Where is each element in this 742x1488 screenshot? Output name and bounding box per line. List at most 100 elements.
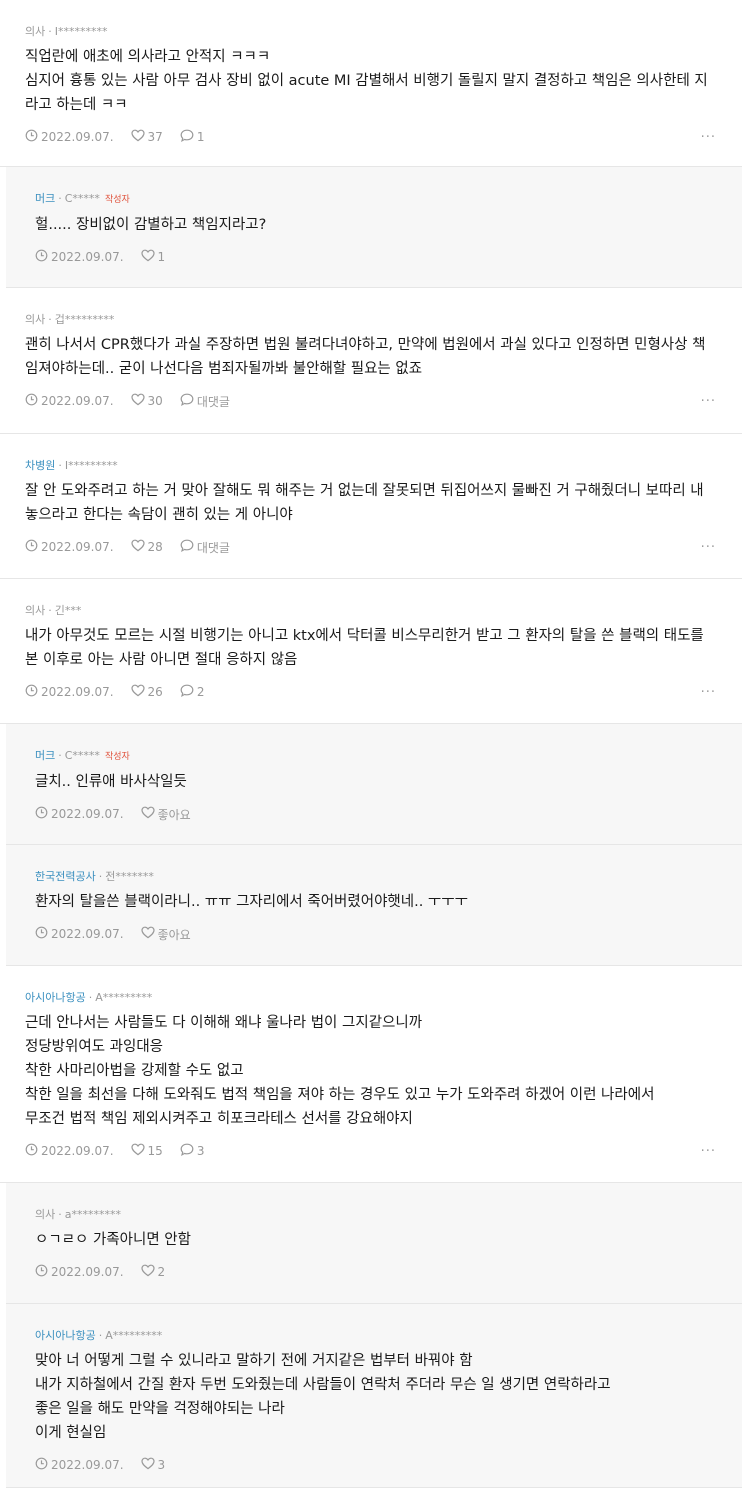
comment-text-line: ㅇㄱㄹㅇ 가족아니면 안함: [35, 1232, 191, 1248]
clock-icon: [35, 926, 51, 942]
comment-date: 2022.09.07.: [25, 539, 114, 555]
author-job[interactable]: 아시아나항공: [25, 991, 86, 1004]
like-button[interactable]: 15: [130, 1143, 163, 1159]
comment-meta: 한국전력공사 · 전*******: [35, 870, 154, 883]
author-job[interactable]: 의사: [25, 25, 45, 38]
clock-icon: [35, 249, 51, 265]
comment-date: 2022.09.07.: [25, 1143, 114, 1159]
date-text: 2022.09.07.: [41, 1144, 114, 1158]
more-options-icon[interactable]: ···: [701, 394, 716, 409]
comment-body: 글치.. 인류애 바사삭일듯: [35, 770, 722, 794]
author-name[interactable]: C*****: [65, 749, 100, 762]
comment-date: 2022.09.07.: [35, 806, 124, 822]
author-job[interactable]: 의사: [35, 1208, 55, 1221]
reply-count: 1: [196, 130, 205, 144]
speech-bubble-icon: [180, 393, 197, 409]
comment-body: 내가 아무것도 모르는 시절 비행기는 아니고 ktx에서 닥터콜 비스무리한거…: [25, 624, 722, 672]
like-button[interactable]: 1: [140, 249, 165, 265]
comment-text-line: 좋은 일을 해도 만약을 걱정해야되는 나라: [35, 1401, 285, 1417]
comment: 의사 · 겁********* 괜히 나서서 CPR했다가 과실 주장하면 법원 불려…: [0, 288, 742, 434]
comment-text-line: 잘 안 도와주려고 하는 거 맞아 잘해도 뭐 해주는 거 없는데 잘못되면 뒤…: [25, 483, 704, 499]
heart-icon: [130, 1143, 148, 1159]
author-job[interactable]: 차병원: [25, 459, 55, 472]
like-button[interactable]: 30: [130, 393, 163, 409]
author-name[interactable]: 전*******: [105, 870, 154, 883]
like-button[interactable]: 37: [130, 129, 163, 145]
clock-icon: [35, 806, 51, 822]
comment-text-line: 라고 하는데 ㅋㅋ: [25, 97, 128, 113]
clock-icon: [25, 684, 41, 700]
like-count: 37: [147, 130, 163, 144]
like-button[interactable]: 2: [140, 1264, 165, 1280]
comment-meta: 차병원 · I*********: [25, 459, 118, 472]
date-text: 2022.09.07.: [41, 394, 114, 408]
more-options-icon[interactable]: ···: [701, 685, 716, 700]
reply-comment: 한국전력공사 · 전******* 환자의 탈을쓴 블랙이라니.. ㅠㅠ 그자리에서 …: [6, 845, 742, 966]
more-options-icon[interactable]: ···: [701, 1144, 716, 1159]
comment-meta: 머크 · C***** 작성자: [35, 749, 130, 762]
comment-footer: 2022.09.07. 30 대댓글 ···: [25, 391, 722, 411]
author-name[interactable]: C*****: [65, 192, 100, 205]
author-job[interactable]: 머크: [35, 749, 55, 762]
reply-button[interactable]: 2: [180, 684, 205, 700]
heart-icon: [130, 539, 148, 555]
reply-button[interactable]: 3: [180, 1143, 205, 1159]
comment-footer: 2022.09.07. 28 대댓글 ···: [25, 537, 722, 557]
reply-button[interactable]: 대댓글: [180, 539, 230, 556]
author-name[interactable]: I*********: [55, 25, 108, 38]
author-name[interactable]: A*********: [105, 1329, 162, 1342]
heart-icon: [130, 393, 148, 409]
heart-icon: [130, 129, 148, 145]
comment-meta: 의사 · a*********: [35, 1208, 121, 1221]
author-job[interactable]: 아시아나항공: [35, 1329, 96, 1342]
comment-text-line: 내가 아무것도 모르는 시절 비행기는 아니고 ktx에서 닥터콜 비스무리한거…: [25, 628, 704, 644]
comment-thread: 의사 · I********* 직업란에 애초에 의사라고 안적지 ㅋㅋㅋ 심지어 흉통…: [0, 0, 742, 1488]
comment-body: 근데 안나서는 사람들도 다 이해해 왜냐 울나라 법이 그지같으니까 정당방위여…: [25, 1011, 722, 1131]
author-name[interactable]: 긴***: [55, 604, 82, 617]
comment: 의사 · 긴*** 내가 아무것도 모르는 시절 비행기는 아니고 ktx에서 닥터콜…: [0, 579, 742, 724]
reply-button[interactable]: 1: [180, 129, 205, 145]
author-job[interactable]: 의사: [25, 313, 45, 326]
comment-text-line: 본 이후로 아는 사람 아니면 절대 응하지 않음: [25, 652, 298, 668]
author-job[interactable]: 머크: [35, 192, 55, 205]
author-name[interactable]: 겁*********: [55, 313, 115, 326]
like-count: 30: [147, 394, 163, 408]
comment-footer: 2022.09.07. 좋아요: [35, 924, 722, 944]
author-job[interactable]: 한국전력공사: [35, 870, 96, 883]
comment-meta: 의사 · I*********: [25, 25, 108, 38]
like-count: 좋아요: [157, 807, 191, 822]
like-button[interactable]: 26: [130, 684, 163, 700]
comment-text-line: 착한 일을 최선을 다해 도와줘도 법적 책임을 져야 하는 경우도 있고 누가…: [25, 1087, 655, 1103]
comment-footer: 2022.09.07. 3: [35, 1455, 722, 1475]
like-button[interactable]: 좋아요: [140, 806, 191, 823]
like-button[interactable]: 28: [130, 539, 163, 555]
reply-count: 2: [196, 685, 205, 699]
author-name[interactable]: I*********: [65, 459, 118, 472]
more-options-icon[interactable]: ···: [701, 130, 716, 145]
comment-body: 잘 안 도와주려고 하는 거 맞아 잘해도 뭐 해주는 거 없는데 잘못되면 뒤…: [25, 479, 722, 527]
comment-date: 2022.09.07.: [25, 684, 114, 700]
comment-text-line: 심지어 흉통 있는 사람 아무 검사 장비 없이 acute MI 감별해서 비…: [25, 73, 708, 89]
reply-comment: 머크 · C***** 작성자 헐..... 장비없이 감별하고 책임지라고? 2022.…: [6, 167, 742, 288]
heart-icon: [140, 249, 158, 265]
date-text: 2022.09.07.: [41, 540, 114, 554]
like-button[interactable]: 좋아요: [140, 926, 191, 943]
comment-date: 2022.09.07.: [25, 129, 114, 145]
comment-date: 2022.09.07.: [25, 393, 114, 409]
author-name[interactable]: a*********: [65, 1208, 121, 1221]
reply-button[interactable]: 대댓글: [180, 393, 230, 410]
like-count: 3: [157, 1458, 166, 1472]
speech-bubble-icon: [180, 684, 197, 700]
comment-meta: 의사 · 겁*********: [25, 313, 115, 326]
comment-body: 괜히 나서서 CPR했다가 과실 주장하면 법원 불려다녀야하고, 만약에 법원…: [25, 333, 722, 381]
author-name[interactable]: A*********: [95, 991, 152, 1004]
reply-count: 대댓글: [196, 394, 230, 409]
reply-count: 3: [196, 1144, 205, 1158]
author-job[interactable]: 의사: [25, 604, 45, 617]
comment-date: 2022.09.07.: [35, 926, 124, 942]
comment-text-line: 근데 안나서는 사람들도 다 이해해 왜냐 울나라 법이 그지같으니까: [25, 1015, 423, 1031]
clock-icon: [25, 129, 41, 145]
like-button[interactable]: 3: [140, 1457, 166, 1473]
more-options-icon[interactable]: ···: [701, 540, 716, 555]
clock-icon: [25, 539, 41, 555]
